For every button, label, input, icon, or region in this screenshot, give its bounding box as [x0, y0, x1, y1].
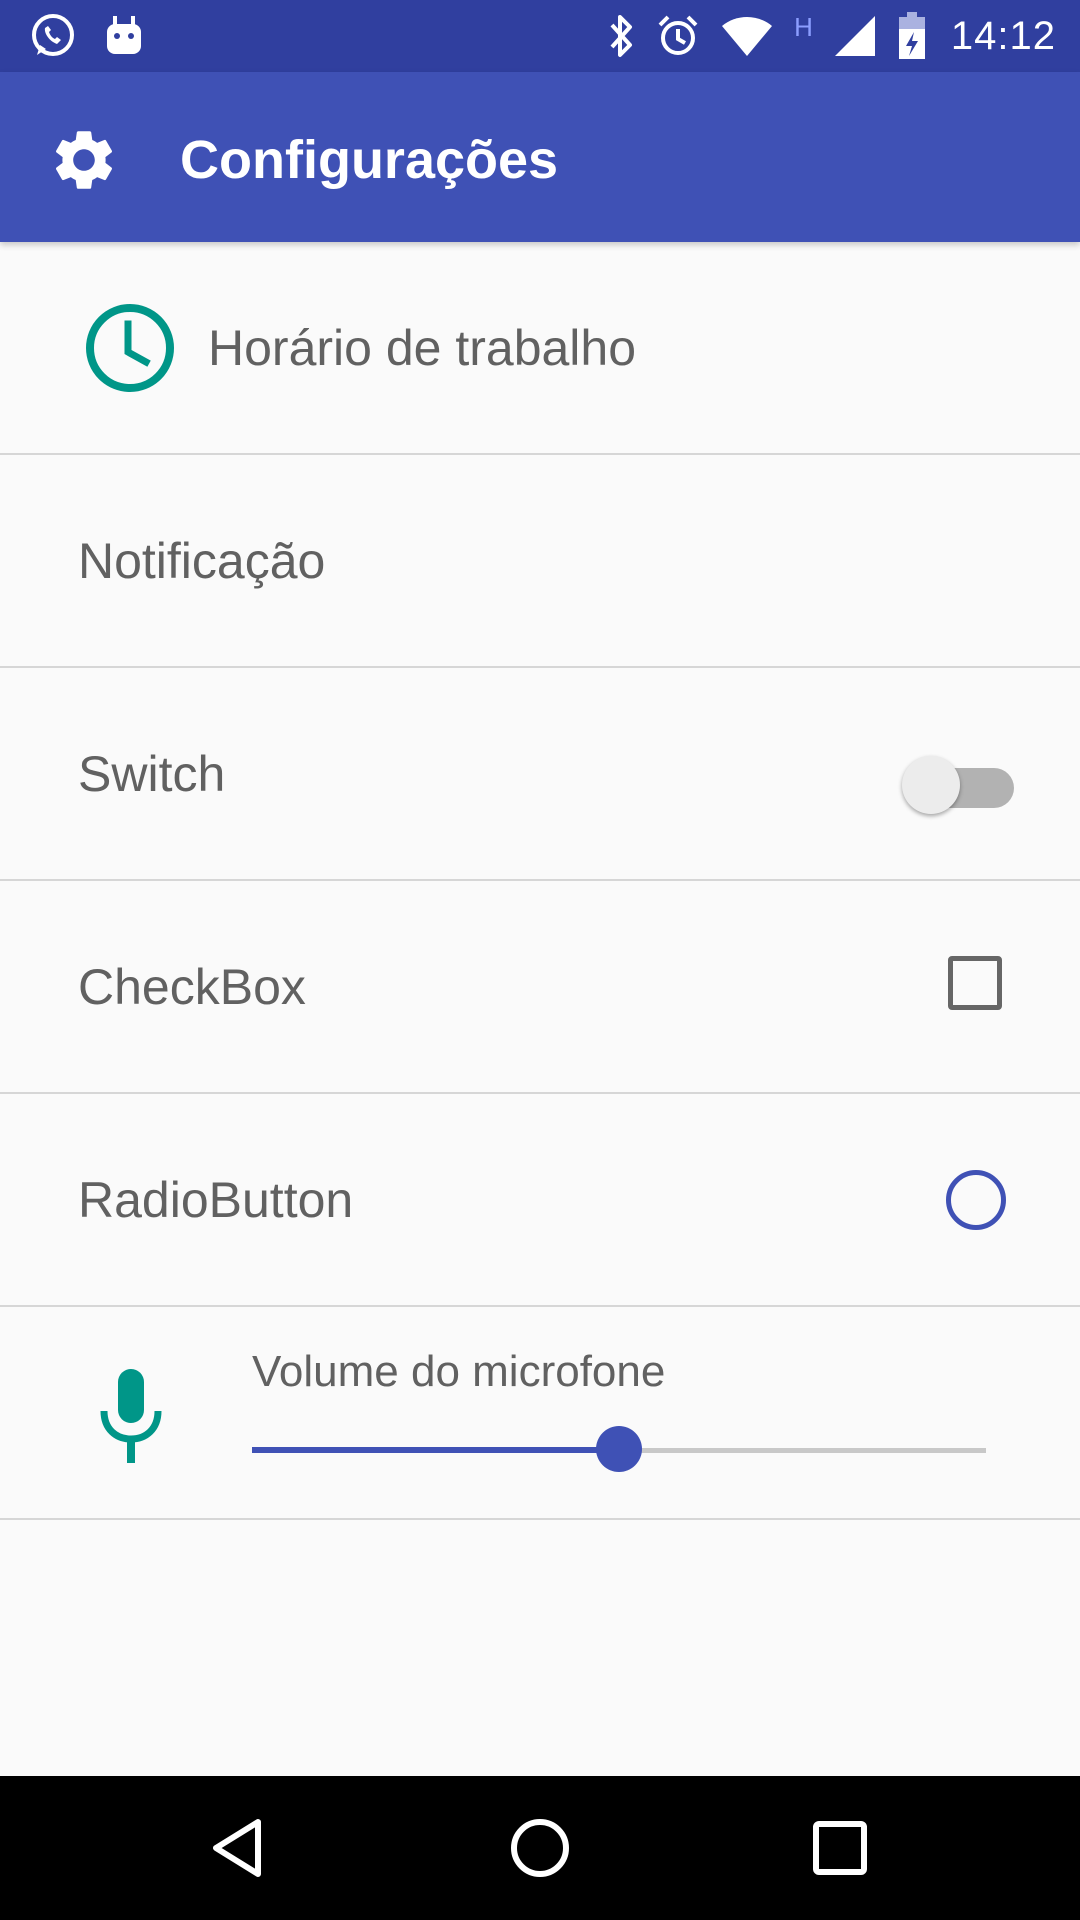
setting-switch-label: Switch — [78, 745, 226, 802]
navigation-bar — [0, 1776, 1080, 1920]
setting-checkbox-label: CheckBox — [78, 958, 306, 1015]
setting-work-hours-label: Horário de trabalho — [208, 319, 637, 376]
checkbox[interactable] — [948, 956, 1002, 1010]
bluetooth-icon — [610, 15, 633, 57]
android-debug-icon — [107, 16, 141, 54]
setting-notification-label: Notificação — [78, 532, 326, 589]
slider-thumb[interactable] — [596, 1426, 642, 1472]
setting-volume: Volume do microfone — [0, 1307, 1080, 1520]
radio-button[interactable] — [946, 1170, 1006, 1230]
volume-label: Volume do microfone — [252, 1347, 666, 1396]
setting-switch: Switch — [0, 668, 1080, 881]
home-icon[interactable] — [506, 1814, 574, 1882]
volume-slider[interactable] — [252, 1425, 986, 1475]
setting-checkbox: CheckBox — [0, 881, 1080, 1094]
app-bar: Configurações — [0, 72, 1080, 242]
alarm-icon — [658, 15, 698, 55]
switch-toggle[interactable] — [902, 754, 1014, 814]
slider-fill — [252, 1447, 619, 1453]
signal-icon — [834, 16, 875, 56]
battery-charging-icon — [898, 12, 925, 59]
microphone-icon — [100, 1369, 162, 1463]
network-type-icon: H — [794, 12, 813, 42]
wifi-icon — [722, 17, 773, 56]
back-icon[interactable] — [206, 1814, 274, 1882]
recents-icon[interactable] — [806, 1814, 874, 1882]
settings-list: Horário de trabalho Notificação Switch C… — [0, 242, 1080, 1520]
setting-radio: RadioButton — [0, 1094, 1080, 1307]
status-bar: H 14:12 — [0, 0, 1080, 72]
gear-icon — [55, 131, 113, 189]
page-title: Configurações — [180, 130, 559, 190]
setting-radio-label: RadioButton — [78, 1171, 354, 1228]
clock-icon — [86, 304, 174, 392]
status-time: 14:12 — [950, 13, 1056, 58]
setting-work-hours[interactable]: Horário de trabalho — [0, 242, 1080, 455]
switch-thumb — [902, 756, 960, 814]
whatsapp-icon — [32, 14, 74, 56]
setting-notification[interactable]: Notificação — [0, 455, 1080, 668]
